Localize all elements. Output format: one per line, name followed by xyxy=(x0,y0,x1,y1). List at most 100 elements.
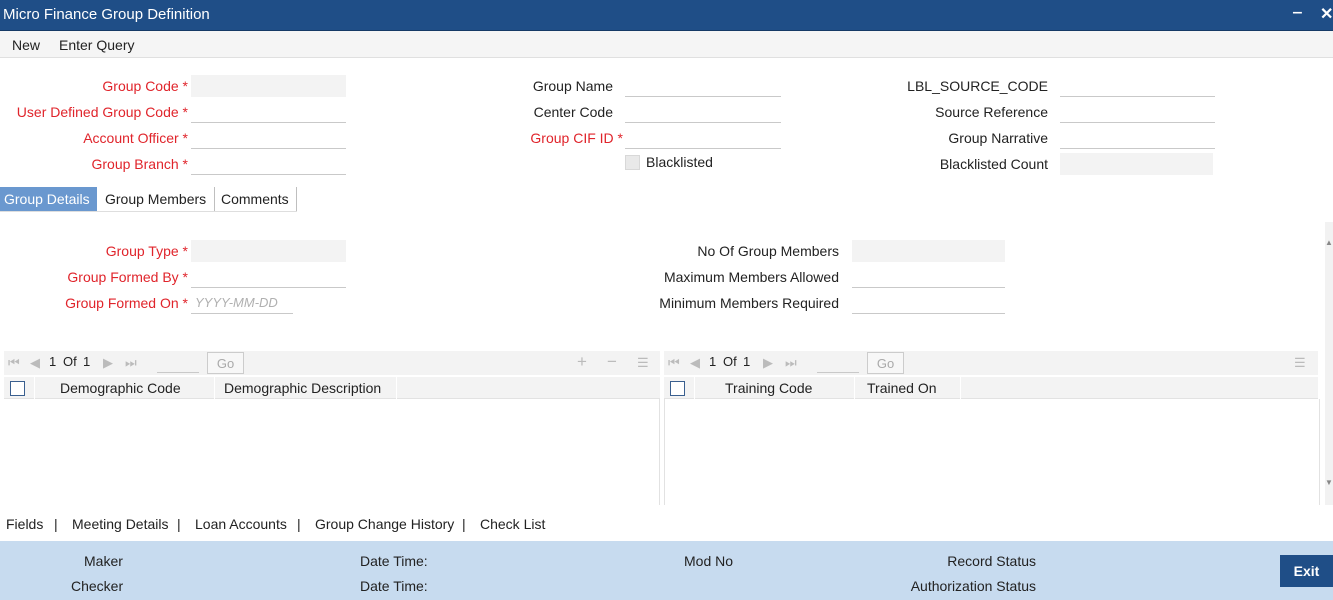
user-defined-group-code-input[interactable] xyxy=(191,101,346,123)
authorization-status-label: Authorization Status xyxy=(910,578,1036,594)
link-separator: | xyxy=(297,516,301,532)
training-current-page: 1 xyxy=(709,354,717,369)
scroll-up-icon[interactable]: ▲ xyxy=(1325,238,1333,247)
first-page-icon[interactable]: ⏮ xyxy=(8,355,20,371)
group-change-history-link[interactable]: Group Change History xyxy=(315,516,454,532)
demographic-go-button[interactable]: Go xyxy=(207,352,244,374)
training-select-all-checkbox[interactable] xyxy=(670,381,685,396)
next-page-icon[interactable]: ▶ xyxy=(763,355,773,371)
training-grid-toolbar: ⏮ ◀ 1 Of 1 ▶ ⏭ Go ☰ xyxy=(664,351,1318,375)
last-page-icon[interactable]: ⏭ xyxy=(785,355,797,371)
source-code-label: LBL_SOURCE_CODE xyxy=(907,78,1048,94)
source-code-input[interactable] xyxy=(1060,75,1215,97)
menu-bar: New Enter Query xyxy=(0,31,1333,58)
link-separator: | xyxy=(54,516,58,532)
exit-button[interactable]: Exit xyxy=(1280,555,1333,587)
fields-link[interactable]: Fields xyxy=(6,516,43,532)
center-code-input[interactable] xyxy=(625,101,781,123)
demographic-current-page: 1 xyxy=(49,354,57,369)
blacklisted-label: Blacklisted xyxy=(646,154,713,170)
meeting-details-link[interactable]: Meeting Details xyxy=(72,516,169,532)
training-grid-header: Training Code Trained On xyxy=(664,377,1318,399)
account-officer-input[interactable] xyxy=(191,127,346,149)
group-cif-id-label: Group CIF ID * xyxy=(530,130,623,146)
column-separator xyxy=(34,377,35,399)
new-menu-item[interactable]: New xyxy=(12,37,40,53)
demographic-select-all-checkbox[interactable] xyxy=(10,381,25,396)
group-narrative-label: Group Narrative xyxy=(948,130,1048,146)
group-formed-on-label: Group Formed On * xyxy=(65,295,188,311)
vertical-scrollbar[interactable]: ▲ ▼ xyxy=(1325,222,1333,505)
group-code-label: Group Code * xyxy=(102,78,188,94)
add-row-icon[interactable]: + xyxy=(577,352,587,372)
demographic-description-column-header[interactable]: Demographic Description xyxy=(224,380,381,396)
group-type-label: Group Type * xyxy=(105,243,188,259)
group-cif-id-input[interactable] xyxy=(625,127,781,149)
user-defined-group-code-label: User Defined Group Code * xyxy=(16,104,188,120)
no-of-group-members-label: No Of Group Members xyxy=(697,243,839,259)
group-formed-on-input[interactable] xyxy=(191,292,293,314)
tab-group-details[interactable]: Group Details xyxy=(0,187,97,212)
link-separator: | xyxy=(177,516,181,532)
next-page-icon[interactable]: ▶ xyxy=(103,355,113,371)
blacklisted-checkbox[interactable] xyxy=(625,155,640,170)
training-code-column-header[interactable]: Training Code xyxy=(725,380,812,396)
column-separator xyxy=(214,377,215,399)
account-officer-label: Account Officer * xyxy=(83,130,188,146)
columns-icon[interactable]: ☰ xyxy=(637,355,649,371)
no-of-group-members-input[interactable] xyxy=(852,240,1005,262)
previous-page-icon[interactable]: ◀ xyxy=(30,355,40,371)
column-separator xyxy=(854,377,855,399)
maximum-members-allowed-input[interactable] xyxy=(852,266,1005,288)
blacklisted-count-input[interactable] xyxy=(1060,153,1213,175)
source-reference-input[interactable] xyxy=(1060,101,1215,123)
training-go-button[interactable]: Go xyxy=(867,352,904,374)
training-total-pages: 1 xyxy=(743,354,751,369)
last-page-icon[interactable]: ⏭ xyxy=(125,355,137,371)
group-branch-input[interactable] xyxy=(191,153,346,175)
demographic-page-input[interactable] xyxy=(157,353,199,373)
close-icon[interactable]: ✕ xyxy=(1320,4,1333,24)
source-reference-label: Source Reference xyxy=(935,104,1048,120)
bottom-links-bar: Fields | Meeting Details | Loan Accounts… xyxy=(0,510,1333,540)
loan-accounts-link[interactable]: Loan Accounts xyxy=(195,516,287,532)
group-formed-by-label: Group Formed By * xyxy=(67,269,188,285)
tab-group-members[interactable]: Group Members xyxy=(101,187,215,212)
tab-comments[interactable]: Comments xyxy=(217,187,297,212)
columns-icon[interactable]: ☰ xyxy=(1294,355,1306,371)
checker-label: Checker xyxy=(71,578,124,594)
column-separator xyxy=(396,377,397,399)
trained-on-column-header[interactable]: Trained On xyxy=(867,380,937,396)
enter-query-menu-item[interactable]: Enter Query xyxy=(59,37,134,53)
minimize-icon[interactable]: ‒ xyxy=(1293,4,1302,22)
group-narrative-input[interactable] xyxy=(1060,127,1215,149)
demographic-of-label: Of xyxy=(63,354,77,369)
check-list-link[interactable]: Check List xyxy=(480,516,545,532)
demographic-grid-toolbar: ⏮ ◀ 1 Of 1 ▶ ⏭ Go + − ☰ xyxy=(4,351,660,375)
group-name-input[interactable] xyxy=(625,75,781,97)
group-type-input[interactable] xyxy=(191,240,346,262)
window-title: Micro Finance Group Definition xyxy=(3,6,210,23)
first-page-icon[interactable]: ⏮ xyxy=(668,355,680,371)
remove-row-icon[interactable]: − xyxy=(607,352,617,372)
maker-date-time-label: Date Time: xyxy=(360,553,428,569)
maximum-members-allowed-label: Maximum Members Allowed xyxy=(663,269,839,285)
demographic-grid-header: Demographic Code Demographic Description xyxy=(4,377,660,399)
previous-page-icon[interactable]: ◀ xyxy=(690,355,700,371)
blacklisted-count-label: Blacklisted Count xyxy=(939,156,1048,172)
column-separator xyxy=(694,377,695,399)
scroll-down-icon[interactable]: ▼ xyxy=(1325,478,1333,487)
minimum-members-required-input[interactable] xyxy=(852,292,1005,314)
group-code-input[interactable] xyxy=(191,75,346,97)
audit-footer: Maker Checker Date Time: Date Time: Mod … xyxy=(0,541,1333,600)
group-formed-by-input[interactable] xyxy=(191,266,346,288)
demographic-code-column-header[interactable]: Demographic Code xyxy=(60,380,181,396)
training-grid-body xyxy=(664,399,1320,505)
training-of-label: Of xyxy=(723,354,737,369)
center-code-label: Center Code xyxy=(533,104,613,120)
group-name-label: Group Name xyxy=(532,78,613,94)
group-branch-label: Group Branch * xyxy=(91,156,189,172)
maker-label: Maker xyxy=(84,553,123,569)
training-page-input[interactable] xyxy=(817,353,859,373)
mod-no-label: Mod No xyxy=(684,553,734,569)
